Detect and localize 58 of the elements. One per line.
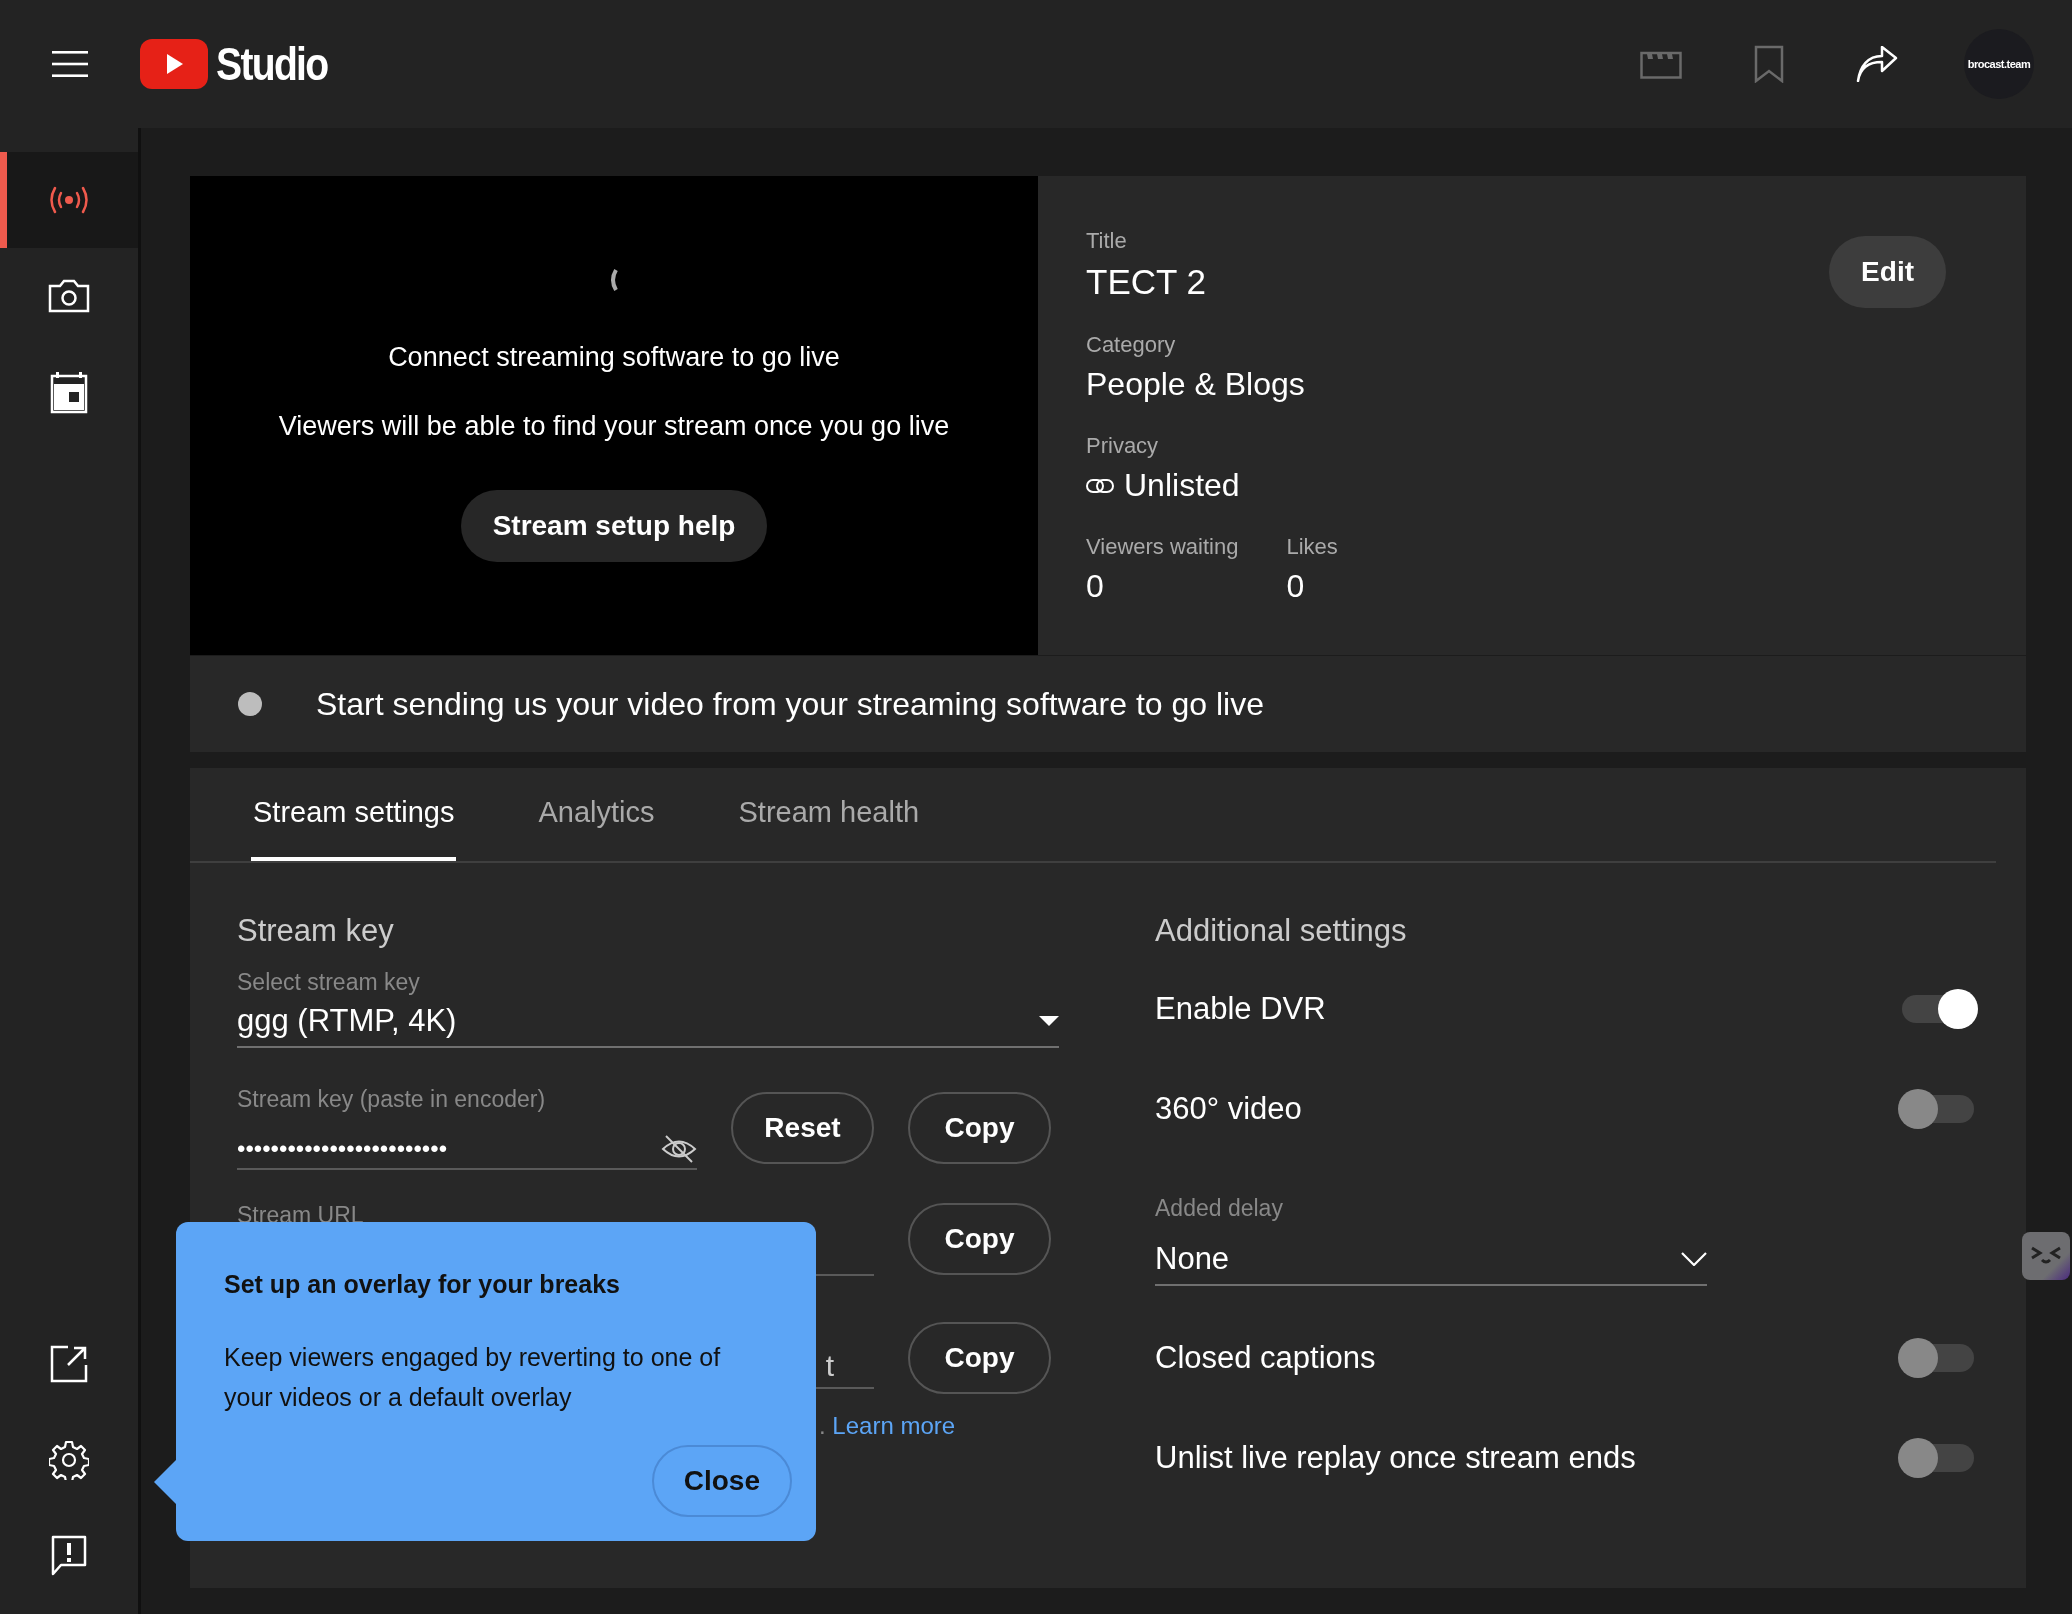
- setting-label: Enable DVR: [1155, 991, 1326, 1027]
- preview-message: Connect streaming software to go live: [388, 342, 840, 373]
- stat-value: 0: [1286, 568, 1305, 605]
- learn-more-link[interactable]: Learn more: [832, 1412, 956, 1439]
- stream-key-field[interactable]: Stream key (paste in encoder) •••••••••••••••••••••••••: [237, 1086, 697, 1170]
- tab[interactable]: Stream settings: [251, 768, 457, 861]
- field-label: Category: [1086, 332, 1176, 358]
- copy-button[interactable]: Copy: [908, 1322, 1051, 1394]
- clapperboard-icon[interactable]: [1640, 49, 1682, 79]
- broadcast-icon[interactable]: [47, 185, 91, 215]
- link-icon: [1086, 478, 1114, 493]
- close-button[interactable]: Close: [651, 1445, 792, 1517]
- stream-key-select[interactable]: ggg (RTMP, 4K): [237, 996, 1059, 1048]
- status-dot-icon: [238, 692, 262, 716]
- stream-title: TECT 2: [1086, 262, 1206, 302]
- note-text: .: [819, 1412, 826, 1439]
- field-label: Select stream key: [237, 969, 421, 996]
- bookmark-icon[interactable]: [1754, 45, 1784, 83]
- menu-icon[interactable]: [52, 51, 88, 77]
- field-label: Added delay: [1155, 1195, 1284, 1222]
- category-value: People & Blogs: [1086, 366, 1305, 403]
- feedback-icon[interactable]: [51, 1535, 87, 1577]
- copy-button[interactable]: Copy: [908, 1203, 1051, 1275]
- status-message: Start sending us your video from your streaming software to go live: [316, 685, 1264, 723]
- field-label: Title: [1086, 228, 1127, 254]
- logo-text: Studio: [216, 37, 328, 91]
- play-logo-icon: [140, 39, 208, 89]
- camera-icon[interactable]: [48, 279, 90, 313]
- section-heading: Stream key: [237, 913, 395, 950]
- face-widget-icon[interactable]: [2022, 1232, 2070, 1280]
- preview-submessage: Viewers will be able to find your stream once you go live: [278, 411, 950, 442]
- dropdown-caret-icon[interactable]: [1039, 1016, 1059, 1026]
- copy-button[interactable]: Copy: [908, 1092, 1051, 1164]
- stream-setup-help-button[interactable]: Stream setup help: [460, 490, 768, 562]
- privacy-value: Unlisted: [1124, 467, 1240, 504]
- setting-label: Closed captions: [1155, 1340, 1376, 1376]
- section-heading: Additional settings: [1155, 913, 1408, 950]
- tab[interactable]: Analytics: [536, 768, 657, 861]
- setting-label: 360° video: [1155, 1091, 1302, 1127]
- calendar-icon[interactable]: [50, 370, 88, 414]
- stat-value: 0: [1086, 568, 1104, 605]
- reset-button[interactable]: Reset: [731, 1092, 874, 1164]
- stat-label: Viewers waiting: [1086, 534, 1239, 560]
- field-label: Privacy: [1086, 433, 1159, 459]
- stat-label: Likes: [1286, 534, 1338, 560]
- delay-select[interactable]: None: [1155, 1234, 1707, 1286]
- edit-button[interactable]: Edit: [1829, 236, 1946, 308]
- settings-icon[interactable]: [49, 1440, 89, 1480]
- hidden-eye-icon[interactable]: [661, 1134, 697, 1164]
- share-arrow-icon[interactable]: [1856, 46, 1898, 82]
- chevron-down-icon: [1681, 1252, 1707, 1266]
- tab[interactable]: Stream health: [736, 768, 922, 861]
- tooltip-title: Set up an overlay for your breaks: [224, 1270, 621, 1299]
- avatar[interactable]: brocast.team: [1964, 29, 2034, 99]
- external-link-icon[interactable]: [50, 1345, 88, 1383]
- loading-spinner-icon: [608, 268, 620, 292]
- tooltip-body: Keep viewers engaged by reverting to one of your videos or a default overlay: [224, 1342, 722, 1413]
- setting-label: Unlist live replay once stream ends: [1155, 1440, 1636, 1476]
